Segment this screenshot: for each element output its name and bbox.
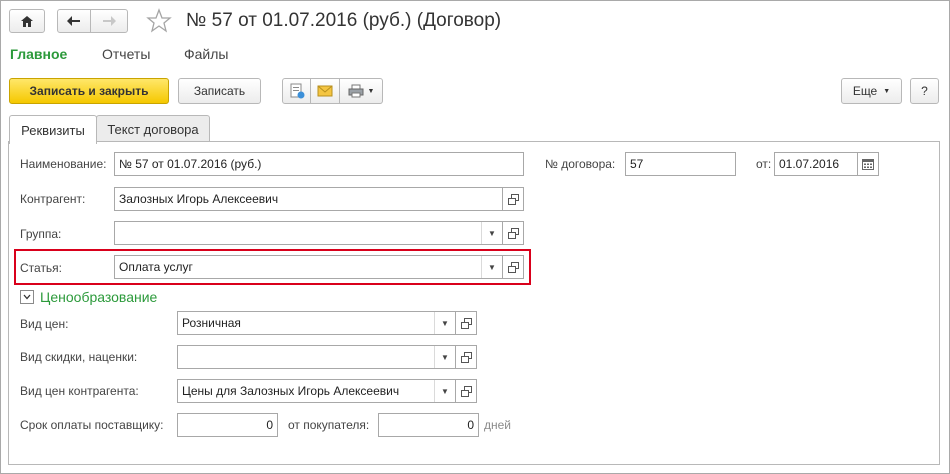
more-button-label: Еще <box>852 84 878 98</box>
calendar-button[interactable] <box>857 152 879 176</box>
window-title: № 57 от 01.07.2016 (руб.) (Договор) <box>186 10 502 31</box>
forward-button[interactable] <box>90 9 128 33</box>
counterparty-price-label: Вид цен контрагента: <box>20 384 139 398</box>
nav-files[interactable]: Файлы <box>184 46 228 62</box>
group-field[interactable]: ▼ <box>114 221 503 245</box>
counterparty-label: Контрагент: <box>20 192 86 206</box>
pricing-section-title: Ценообразование <box>40 289 158 305</box>
print-button[interactable]: ▼ <box>339 78 383 104</box>
open-window-icon <box>460 385 472 397</box>
price-type-label: Вид цен: <box>20 317 69 331</box>
more-button[interactable]: Еще ▼ <box>841 78 902 104</box>
chevron-down-icon <box>23 294 31 300</box>
contract-number-label: № договора: <box>545 157 616 171</box>
chevron-down-icon[interactable]: ▼ <box>434 312 455 334</box>
counterparty-field[interactable]: Залозных Игорь Алексеевич <box>114 187 503 211</box>
price-type-field[interactable]: Розничная ▼ <box>177 311 456 335</box>
create-based-on-button[interactable] <box>282 78 311 104</box>
counterparty-open-button[interactable] <box>502 187 524 211</box>
buyer-term-field[interactable]: 0 <box>378 413 479 437</box>
supplier-term-field[interactable]: 0 <box>177 413 278 437</box>
nav-reports[interactable]: Отчеты <box>102 46 150 62</box>
open-window-icon <box>507 227 519 239</box>
discount-label: Вид скидки, наценки: <box>20 350 138 364</box>
chevron-down-icon: ▼ <box>883 87 891 95</box>
counterparty-price-field[interactable]: Цены для Залозных Игорь Алексеевич ▼ <box>177 379 456 403</box>
price-type-value: Розничная <box>182 316 241 330</box>
envelope-icon <box>317 85 333 97</box>
counterparty-price-open-button[interactable] <box>455 379 477 403</box>
open-window-icon <box>507 193 519 205</box>
name-label: Наименование: <box>20 157 107 171</box>
chevron-down-icon: ▼ <box>367 87 375 95</box>
contract-number-field[interactable]: 57 <box>625 152 736 176</box>
back-button[interactable] <box>57 9 91 33</box>
date-from-label: от: <box>756 157 772 171</box>
chevron-down-icon[interactable]: ▼ <box>481 222 502 244</box>
counterparty-price-value: Цены для Залозных Игорь Алексеевич <box>182 384 400 398</box>
price-type-open-button[interactable] <box>455 311 477 335</box>
days-label: дней <box>484 418 512 432</box>
open-window-icon <box>507 261 519 273</box>
article-label: Статья: <box>20 261 63 275</box>
home-button[interactable] <box>9 9 45 33</box>
name-field[interactable]: № 57 от 01.07.2016 (руб.) <box>114 152 524 176</box>
open-window-icon <box>460 317 472 329</box>
date-field[interactable]: 01.07.2016 <box>774 152 858 176</box>
calendar-icon <box>862 158 874 170</box>
send-email-button[interactable] <box>310 78 340 104</box>
home-icon <box>21 15 33 27</box>
article-value: Оплата услуг <box>119 260 193 274</box>
article-field[interactable]: Оплата услуг ▼ <box>114 255 503 279</box>
chevron-down-icon[interactable]: ▼ <box>434 346 455 368</box>
supplier-term-label: Срок оплаты поставщику: <box>20 418 164 432</box>
tab-requisites[interactable]: Реквизиты <box>9 115 97 144</box>
open-window-icon <box>460 351 472 363</box>
favorite-star-icon[interactable] <box>146 8 172 34</box>
group-open-button[interactable] <box>502 221 524 245</box>
document-create-icon <box>290 83 304 99</box>
arrow-left-icon <box>67 16 80 26</box>
printer-icon <box>348 84 364 98</box>
pricing-collapse-toggle[interactable] <box>20 290 34 304</box>
chevron-down-icon[interactable]: ▼ <box>434 380 455 402</box>
group-label: Группа: <box>20 227 62 241</box>
article-open-button[interactable] <box>502 255 524 279</box>
save-and-close-button[interactable]: Записать и закрыть <box>9 78 169 104</box>
tab-contract-text[interactable]: Текст договора <box>96 115 210 143</box>
discount-field[interactable]: ▼ <box>177 345 456 369</box>
nav-main[interactable]: Главное <box>10 46 67 62</box>
chevron-down-icon[interactable]: ▼ <box>481 256 502 278</box>
buyer-term-label: от покупателя: <box>288 418 370 432</box>
help-button[interactable]: ? <box>910 78 939 104</box>
arrow-right-icon <box>103 16 116 26</box>
save-button[interactable]: Записать <box>178 78 261 104</box>
discount-open-button[interactable] <box>455 345 477 369</box>
